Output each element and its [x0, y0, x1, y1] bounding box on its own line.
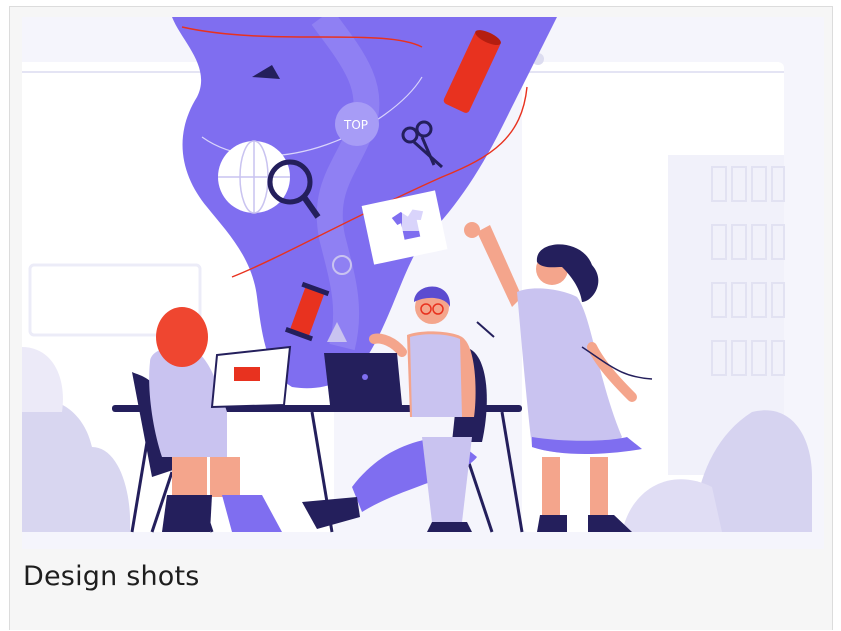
card-title[interactable]: Design shots — [23, 561, 200, 592]
design-shot-card[interactable]: TOP Design shots — [9, 6, 833, 630]
person-left-hair — [156, 307, 208, 367]
svg-text:TOP: TOP — [343, 118, 368, 132]
person-right-arm — [477, 225, 522, 307]
team-design-illustration: TOP — [22, 17, 812, 533]
design-shot-illustration[interactable]: TOP — [22, 17, 824, 549]
